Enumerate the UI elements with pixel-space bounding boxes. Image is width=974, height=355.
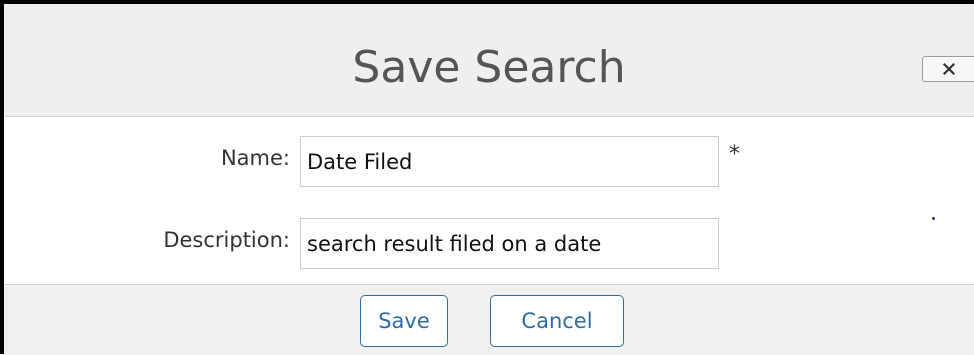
required-asterisk: * bbox=[729, 142, 740, 167]
description-label: Description: bbox=[163, 228, 290, 252]
name-row: Name: * bbox=[4, 136, 974, 188]
description-input[interactable] bbox=[300, 218, 719, 269]
name-label: Name: bbox=[220, 146, 290, 170]
close-x-icon bbox=[942, 62, 955, 76]
description-row: Description: bbox=[4, 218, 974, 270]
name-input[interactable] bbox=[300, 136, 719, 187]
save-search-dialog: Save Search Name: * Description: Save Ca… bbox=[0, 0, 974, 355]
dialog-header: Save Search bbox=[4, 4, 974, 117]
dialog-title: Save Search bbox=[352, 42, 626, 93]
stray-dot bbox=[932, 217, 935, 220]
close-button[interactable] bbox=[922, 56, 974, 82]
save-button[interactable]: Save bbox=[360, 295, 448, 347]
cancel-button[interactable]: Cancel bbox=[490, 295, 624, 347]
dialog-footer: Save Cancel bbox=[4, 284, 974, 355]
